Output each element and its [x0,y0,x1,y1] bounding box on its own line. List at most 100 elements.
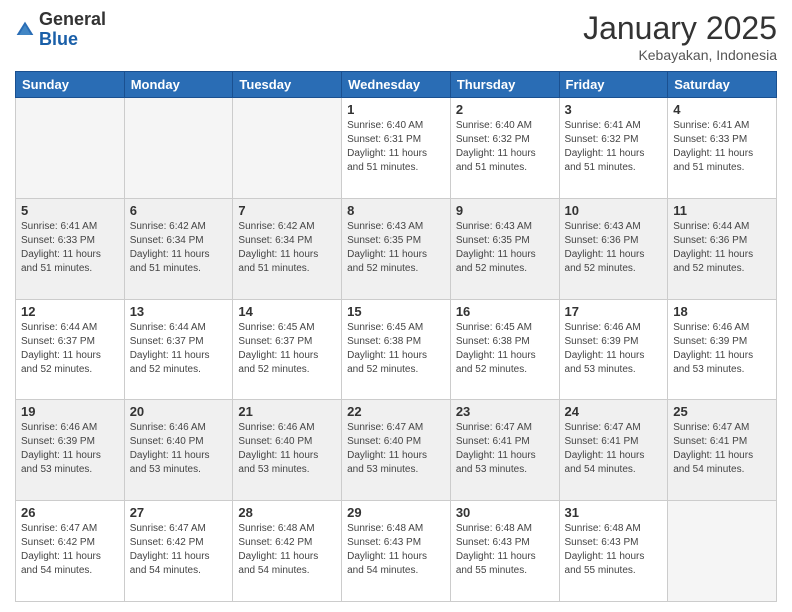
logo-text: General Blue [39,10,106,50]
day-number: 19 [21,404,119,419]
day-info: Sunrise: 6:42 AM Sunset: 6:34 PM Dayligh… [130,220,228,276]
calendar-cell: 6 Sunrise: 6:42 AM Sunset: 6:34 PM Daylig… [124,198,233,299]
calendar-week-row: 26 Sunrise: 6:47 AM Sunset: 6:42 PM Dayli… [16,501,777,602]
day-number: 29 [347,505,445,520]
day-number: 5 [21,203,119,218]
day-number: 20 [130,404,228,419]
weekday-header-friday: Friday [559,72,668,98]
calendar-cell: 17 Sunrise: 6:46 AM Sunset: 6:39 PM Dayli… [559,299,668,400]
calendar-cell: 23 Sunrise: 6:47 AM Sunset: 6:41 PM Dayli… [450,400,559,501]
day-info: Sunrise: 6:47 AM Sunset: 6:42 PM Dayligh… [130,522,228,578]
day-number: 22 [347,404,445,419]
day-info: Sunrise: 6:47 AM Sunset: 6:41 PM Dayligh… [456,421,554,477]
weekday-header-monday: Monday [124,72,233,98]
calendar-cell: 9 Sunrise: 6:43 AM Sunset: 6:35 PM Daylig… [450,198,559,299]
day-number: 3 [565,102,663,117]
calendar-cell: 13 Sunrise: 6:44 AM Sunset: 6:37 PM Dayli… [124,299,233,400]
calendar-week-row: 12 Sunrise: 6:44 AM Sunset: 6:37 PM Dayli… [16,299,777,400]
weekday-header-sunday: Sunday [16,72,125,98]
day-info: Sunrise: 6:46 AM Sunset: 6:39 PM Dayligh… [21,421,119,477]
day-info: Sunrise: 6:44 AM Sunset: 6:37 PM Dayligh… [130,321,228,377]
calendar-cell: 15Sunrise: 6:45 AM Sunset: 6:38 PM Dayli… [342,299,451,400]
day-number: 12 [21,304,119,319]
calendar-cell: 3 Sunrise: 6:41 AM Sunset: 6:32 PM Daylig… [559,98,668,199]
calendar-cell: 27 Sunrise: 6:47 AM Sunset: 6:42 PM Dayli… [124,501,233,602]
day-number: 28 [238,505,336,520]
day-info: Sunrise: 6:43 AM Sunset: 6:35 PM Dayligh… [347,220,445,276]
calendar-cell [16,98,125,199]
calendar-cell: 21 Sunrise: 6:46 AM Sunset: 6:40 PM Dayli… [233,400,342,501]
weekday-header-row: SundayMondayTuesdayWednesdayThursdayFrid… [16,72,777,98]
day-info: Sunrise: 6:41 AM Sunset: 6:32 PM Dayligh… [565,119,663,175]
weekday-header-wednesday: Wednesday [342,72,451,98]
calendar-cell: 19 Sunrise: 6:46 AM Sunset: 6:39 PM Dayli… [16,400,125,501]
day-info: Sunrise: 6:46 AM Sunset: 6:39 PM Dayligh… [673,321,771,377]
day-number: 26 [21,505,119,520]
day-number: 1 [347,102,445,117]
calendar-cell: 16Sunrise: 6:45 AM Sunset: 6:38 PM Dayli… [450,299,559,400]
day-info: Sunrise: 6:42 AM Sunset: 6:34 PM Dayligh… [238,220,336,276]
calendar-cell: 11Sunrise: 6:44 AM Sunset: 6:36 PM Dayli… [668,198,777,299]
calendar-week-row: 5 Sunrise: 6:41 AM Sunset: 6:33 PM Daylig… [16,198,777,299]
day-number: 27 [130,505,228,520]
day-number: 13 [130,304,228,319]
title-section: January 2025 Kebayakan, Indonesia [583,10,777,63]
day-number: 15 [347,304,445,319]
day-info: Sunrise: 6:40 AM Sunset: 6:31 PM Dayligh… [347,119,445,175]
calendar-cell [668,501,777,602]
day-info: Sunrise: 6:48 AM Sunset: 6:43 PM Dayligh… [456,522,554,578]
day-number: 4 [673,102,771,117]
day-info: Sunrise: 6:45 AM Sunset: 6:37 PM Dayligh… [238,321,336,377]
logo-general-text: General [39,9,106,29]
day-info: Sunrise: 6:48 AM Sunset: 6:43 PM Dayligh… [347,522,445,578]
day-info: Sunrise: 6:48 AM Sunset: 6:43 PM Dayligh… [565,522,663,578]
day-number: 18 [673,304,771,319]
day-number: 17 [565,304,663,319]
day-info: Sunrise: 6:40 AM Sunset: 6:32 PM Dayligh… [456,119,554,175]
day-info: Sunrise: 6:47 AM Sunset: 6:41 PM Dayligh… [673,421,771,477]
day-info: Sunrise: 6:47 AM Sunset: 6:40 PM Dayligh… [347,421,445,477]
calendar-cell: 31 Sunrise: 6:48 AM Sunset: 6:43 PM Dayli… [559,501,668,602]
day-number: 24 [565,404,663,419]
day-number: 31 [565,505,663,520]
calendar-cell: 18 Sunrise: 6:46 AM Sunset: 6:39 PM Dayli… [668,299,777,400]
day-info: Sunrise: 6:46 AM Sunset: 6:40 PM Dayligh… [238,421,336,477]
day-number: 6 [130,203,228,218]
calendar-cell [233,98,342,199]
day-info: Sunrise: 6:46 AM Sunset: 6:39 PM Dayligh… [565,321,663,377]
day-number: 14 [238,304,336,319]
calendar-cell: 7 Sunrise: 6:42 AM Sunset: 6:34 PM Daylig… [233,198,342,299]
calendar-cell: 24 Sunrise: 6:47 AM Sunset: 6:41 PM Dayli… [559,400,668,501]
day-number: 9 [456,203,554,218]
calendar-cell: 20Sunrise: 6:46 AM Sunset: 6:40 PM Dayli… [124,400,233,501]
weekday-header-thursday: Thursday [450,72,559,98]
day-info: Sunrise: 6:41 AM Sunset: 6:33 PM Dayligh… [21,220,119,276]
day-number: 7 [238,203,336,218]
day-number: 2 [456,102,554,117]
day-number: 23 [456,404,554,419]
day-info: Sunrise: 6:43 AM Sunset: 6:35 PM Dayligh… [456,220,554,276]
day-info: Sunrise: 6:47 AM Sunset: 6:41 PM Dayligh… [565,421,663,477]
calendar-cell [124,98,233,199]
header: General Blue January 2025 Kebayakan, Ind… [15,10,777,63]
day-number: 30 [456,505,554,520]
day-info: Sunrise: 6:43 AM Sunset: 6:36 PM Dayligh… [565,220,663,276]
weekday-header-saturday: Saturday [668,72,777,98]
day-info: Sunrise: 6:41 AM Sunset: 6:33 PM Dayligh… [673,119,771,175]
calendar-cell: 2 Sunrise: 6:40 AM Sunset: 6:32 PM Daylig… [450,98,559,199]
calendar-cell: 14 Sunrise: 6:45 AM Sunset: 6:37 PM Dayli… [233,299,342,400]
calendar-cell: 30 Sunrise: 6:48 AM Sunset: 6:43 PM Dayli… [450,501,559,602]
calendar-week-row: 1 Sunrise: 6:40 AM Sunset: 6:31 PM Daylig… [16,98,777,199]
calendar-cell: 12Sunrise: 6:44 AM Sunset: 6:37 PM Dayli… [16,299,125,400]
calendar-cell: 22 Sunrise: 6:47 AM Sunset: 6:40 PM Dayli… [342,400,451,501]
day-number: 21 [238,404,336,419]
day-info: Sunrise: 6:48 AM Sunset: 6:42 PM Dayligh… [238,522,336,578]
calendar-cell: 8Sunrise: 6:43 AM Sunset: 6:35 PM Daylig… [342,198,451,299]
calendar-cell: 28 Sunrise: 6:48 AM Sunset: 6:42 PM Dayli… [233,501,342,602]
calendar-cell: 4 Sunrise: 6:41 AM Sunset: 6:33 PM Daylig… [668,98,777,199]
day-info: Sunrise: 6:47 AM Sunset: 6:42 PM Dayligh… [21,522,119,578]
day-number: 16 [456,304,554,319]
logo: General Blue [15,10,106,50]
weekday-header-tuesday: Tuesday [233,72,342,98]
page: General Blue January 2025 Kebayakan, Ind… [0,0,792,612]
